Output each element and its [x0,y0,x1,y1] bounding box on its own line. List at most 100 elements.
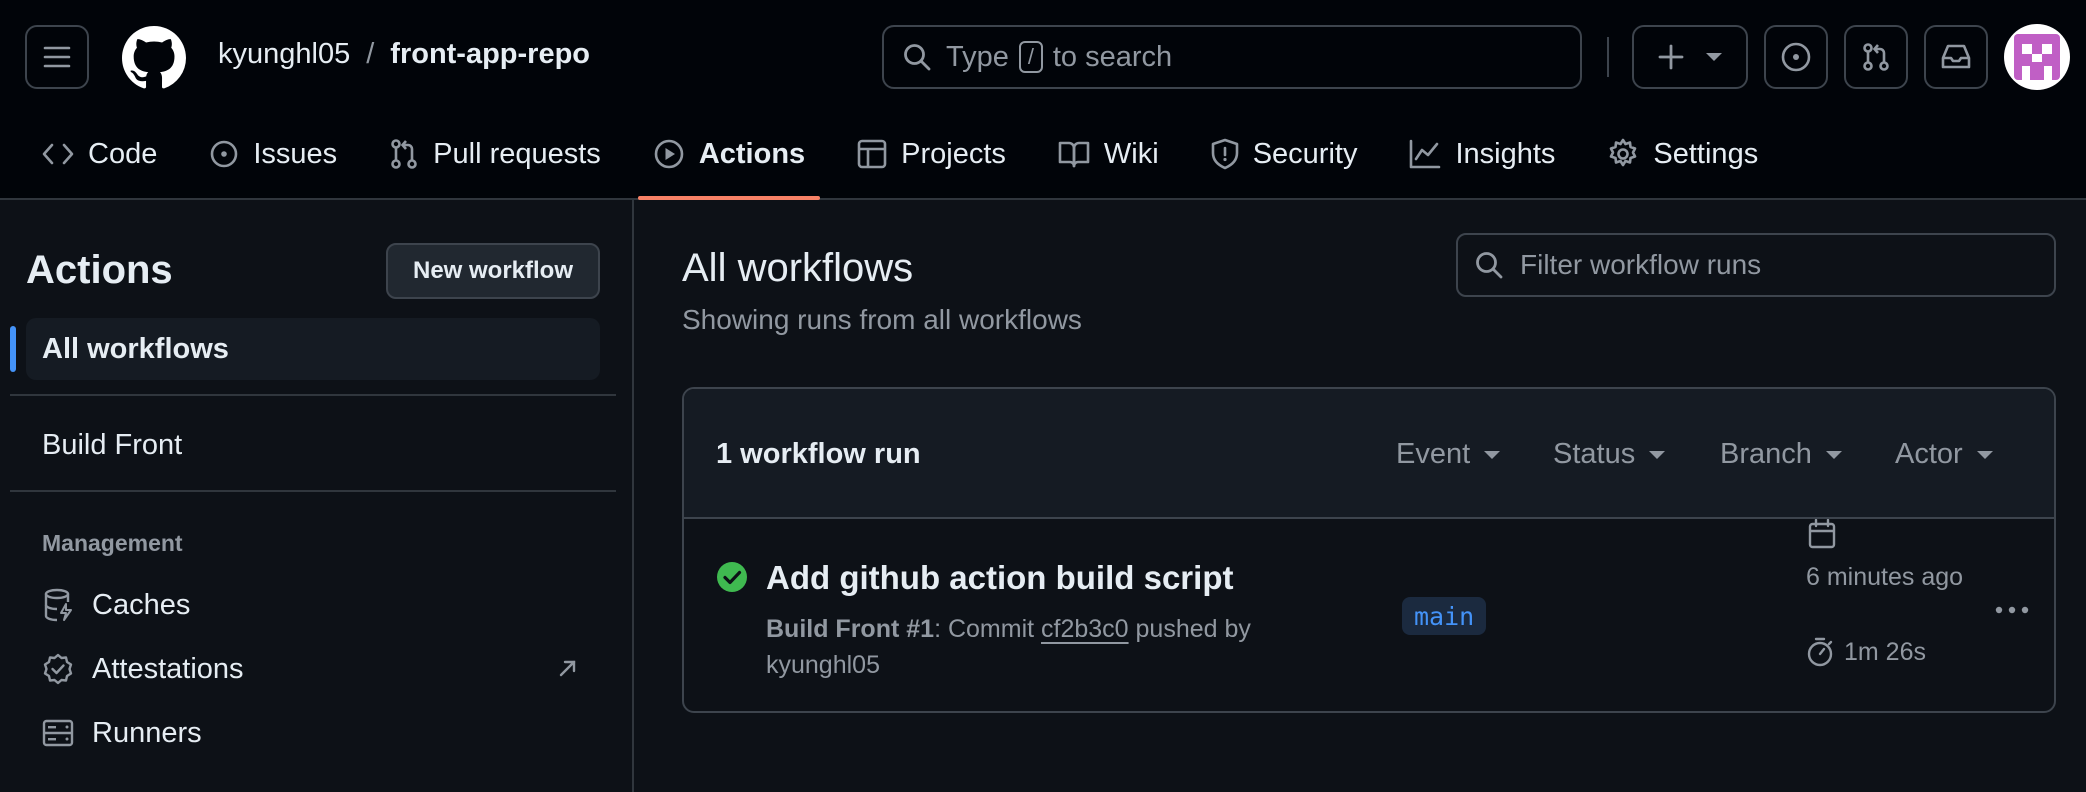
sidebar-item-attestations[interactable]: Attestations [26,640,600,698]
run-pushed-by: pushed by [1135,615,1251,643]
sidebar-item-label: Caches [92,588,191,621]
workflow-runs-list: 1 workflow run Event Status Branch Actor… [682,387,2056,713]
issues-button[interactable] [1764,25,1828,89]
search-icon [1476,252,1503,279]
avatar[interactable] [2004,24,2070,90]
tab-code[interactable]: Code [30,120,169,188]
play-icon [654,139,684,169]
runs-list-header: 1 workflow run Event Status Branch Actor [684,389,2054,519]
run-workflow-name: Build Front #1 [766,615,935,643]
check-circle-icon [717,562,747,592]
stopwatch-icon [1807,637,1833,667]
caret-down-icon [1976,450,1993,459]
branch-badge[interactable]: main [1402,597,1487,635]
tab-label: Pull requests [433,137,601,170]
tab-label: Security [1252,137,1358,170]
run-commit-prefix: : Commit [934,615,1035,643]
calendar-icon [1808,519,1836,549]
gear-icon [1610,138,1637,167]
github-logo-icon[interactable] [122,26,186,90]
table-icon [857,139,887,169]
sidebar-item-build-front[interactable]: Build Front [26,414,600,476]
run-duration: 1m 26s [1806,637,1926,667]
caret-down-icon [1484,450,1501,459]
sidebar-item-all-workflows[interactable]: All workflows [10,318,600,380]
inbox-button[interactable] [1924,25,1988,89]
tab-label: Issues [253,137,338,170]
filter-placeholder: Filter workflow runs [1520,249,1762,280]
tab-insights[interactable]: Insights [1397,120,1567,188]
sidebar-divider [10,394,616,396]
header-divider [1607,37,1609,77]
run-duration-label: 1m 26s [1844,637,1926,666]
new-workflow-button[interactable]: New workflow [386,243,600,299]
issue-icon [1781,42,1811,72]
management-heading: Management [42,530,183,556]
pull-request-icon [1863,43,1889,71]
branch-filter-dropdown[interactable]: Branch [1720,438,1842,471]
tab-security[interactable]: Security [1199,120,1370,188]
commit-sha-link[interactable]: cf2b3c0 [1041,615,1129,643]
identicon-icon [2014,34,2060,80]
code-icon [42,143,74,165]
workflow-run-row[interactable]: Add github action build script Build Fro… [684,519,2054,711]
sidebar-title: Actions [26,248,173,292]
tab-label: Insights [1455,137,1556,170]
tab-issues[interactable]: Issues [197,120,349,188]
shield-icon [1211,138,1238,170]
filter-workflow-runs-input[interactable]: Filter workflow runs [1456,233,2056,297]
database-icon [44,588,72,622]
tab-label: Settings [1653,137,1759,170]
search-placeholder-prefix: Type [946,40,1009,73]
runs-count: 1 workflow run [716,438,921,470]
tab-label: Projects [901,137,1006,170]
sidebar-item-label: Runners [92,716,202,749]
search-placeholder-suffix: to search [1052,40,1173,73]
tab-actions[interactable]: Actions [637,120,821,200]
hamburger-icon [43,46,71,68]
global-header: kyunghl05 / front-app-repo Type / to sea… [0,0,2086,200]
page-subtitle: Showing runs from all workflows [682,304,1082,335]
repo-navigation: Code Issues Pull requests Actions Projec… [30,120,1798,200]
sidebar-item-runners[interactable]: Runners [26,704,600,762]
search-shortcut-key: / [1018,41,1043,73]
graph-icon [1410,139,1441,169]
run-actor-link[interactable]: kyunghl05 [766,651,880,679]
event-filter-dropdown[interactable]: Event [1396,438,1501,471]
actor-filter-dropdown[interactable]: Actor [1895,438,1993,471]
sidebar-item-label: Attestations [92,652,244,685]
run-time-ago: 6 minutes ago [1806,563,1964,591]
status-filter-dropdown[interactable]: Status [1553,438,1666,471]
breadcrumb: kyunghl05 / front-app-repo [218,38,590,71]
sidebar-item-label: All workflows [42,332,229,365]
caret-down-icon [1649,450,1666,459]
filter-label: Actor [1895,438,1963,470]
verified-icon [43,653,73,685]
breadcrumb-owner[interactable]: kyunghl05 [218,38,350,71]
tab-projects[interactable]: Projects [845,120,1018,188]
sidebar-divider [10,490,616,492]
pull-requests-button[interactable] [1844,25,1908,89]
search-icon [904,44,931,71]
global-search-input[interactable]: Type / to search [882,25,1582,89]
tab-wiki[interactable]: Wiki [1046,120,1171,188]
breadcrumb-repo[interactable]: front-app-repo [390,38,590,71]
issue-icon [211,140,238,168]
kebab-horizontal-icon[interactable] [1994,605,2030,615]
tab-settings[interactable]: Settings [1595,120,1770,188]
inbox-icon [1941,44,1971,69]
breadcrumb-separator: / [366,38,375,70]
chevron-down-icon [1706,53,1722,61]
filter-label: Status [1553,438,1636,470]
external-link-icon [559,660,576,677]
plus-icon [1658,44,1684,70]
tab-pull-requests[interactable]: Pull requests [377,120,613,188]
tab-label: Code [88,137,158,170]
page-title: All workflows [682,246,914,290]
run-title-link[interactable]: Add github action build script [766,559,1233,597]
sidebar-item-caches[interactable]: Caches [26,576,600,634]
server-icon [42,719,74,747]
menu-button[interactable] [25,25,89,89]
create-new-button[interactable] [1632,25,1748,89]
sidebar-item-label: Build Front [42,428,183,461]
